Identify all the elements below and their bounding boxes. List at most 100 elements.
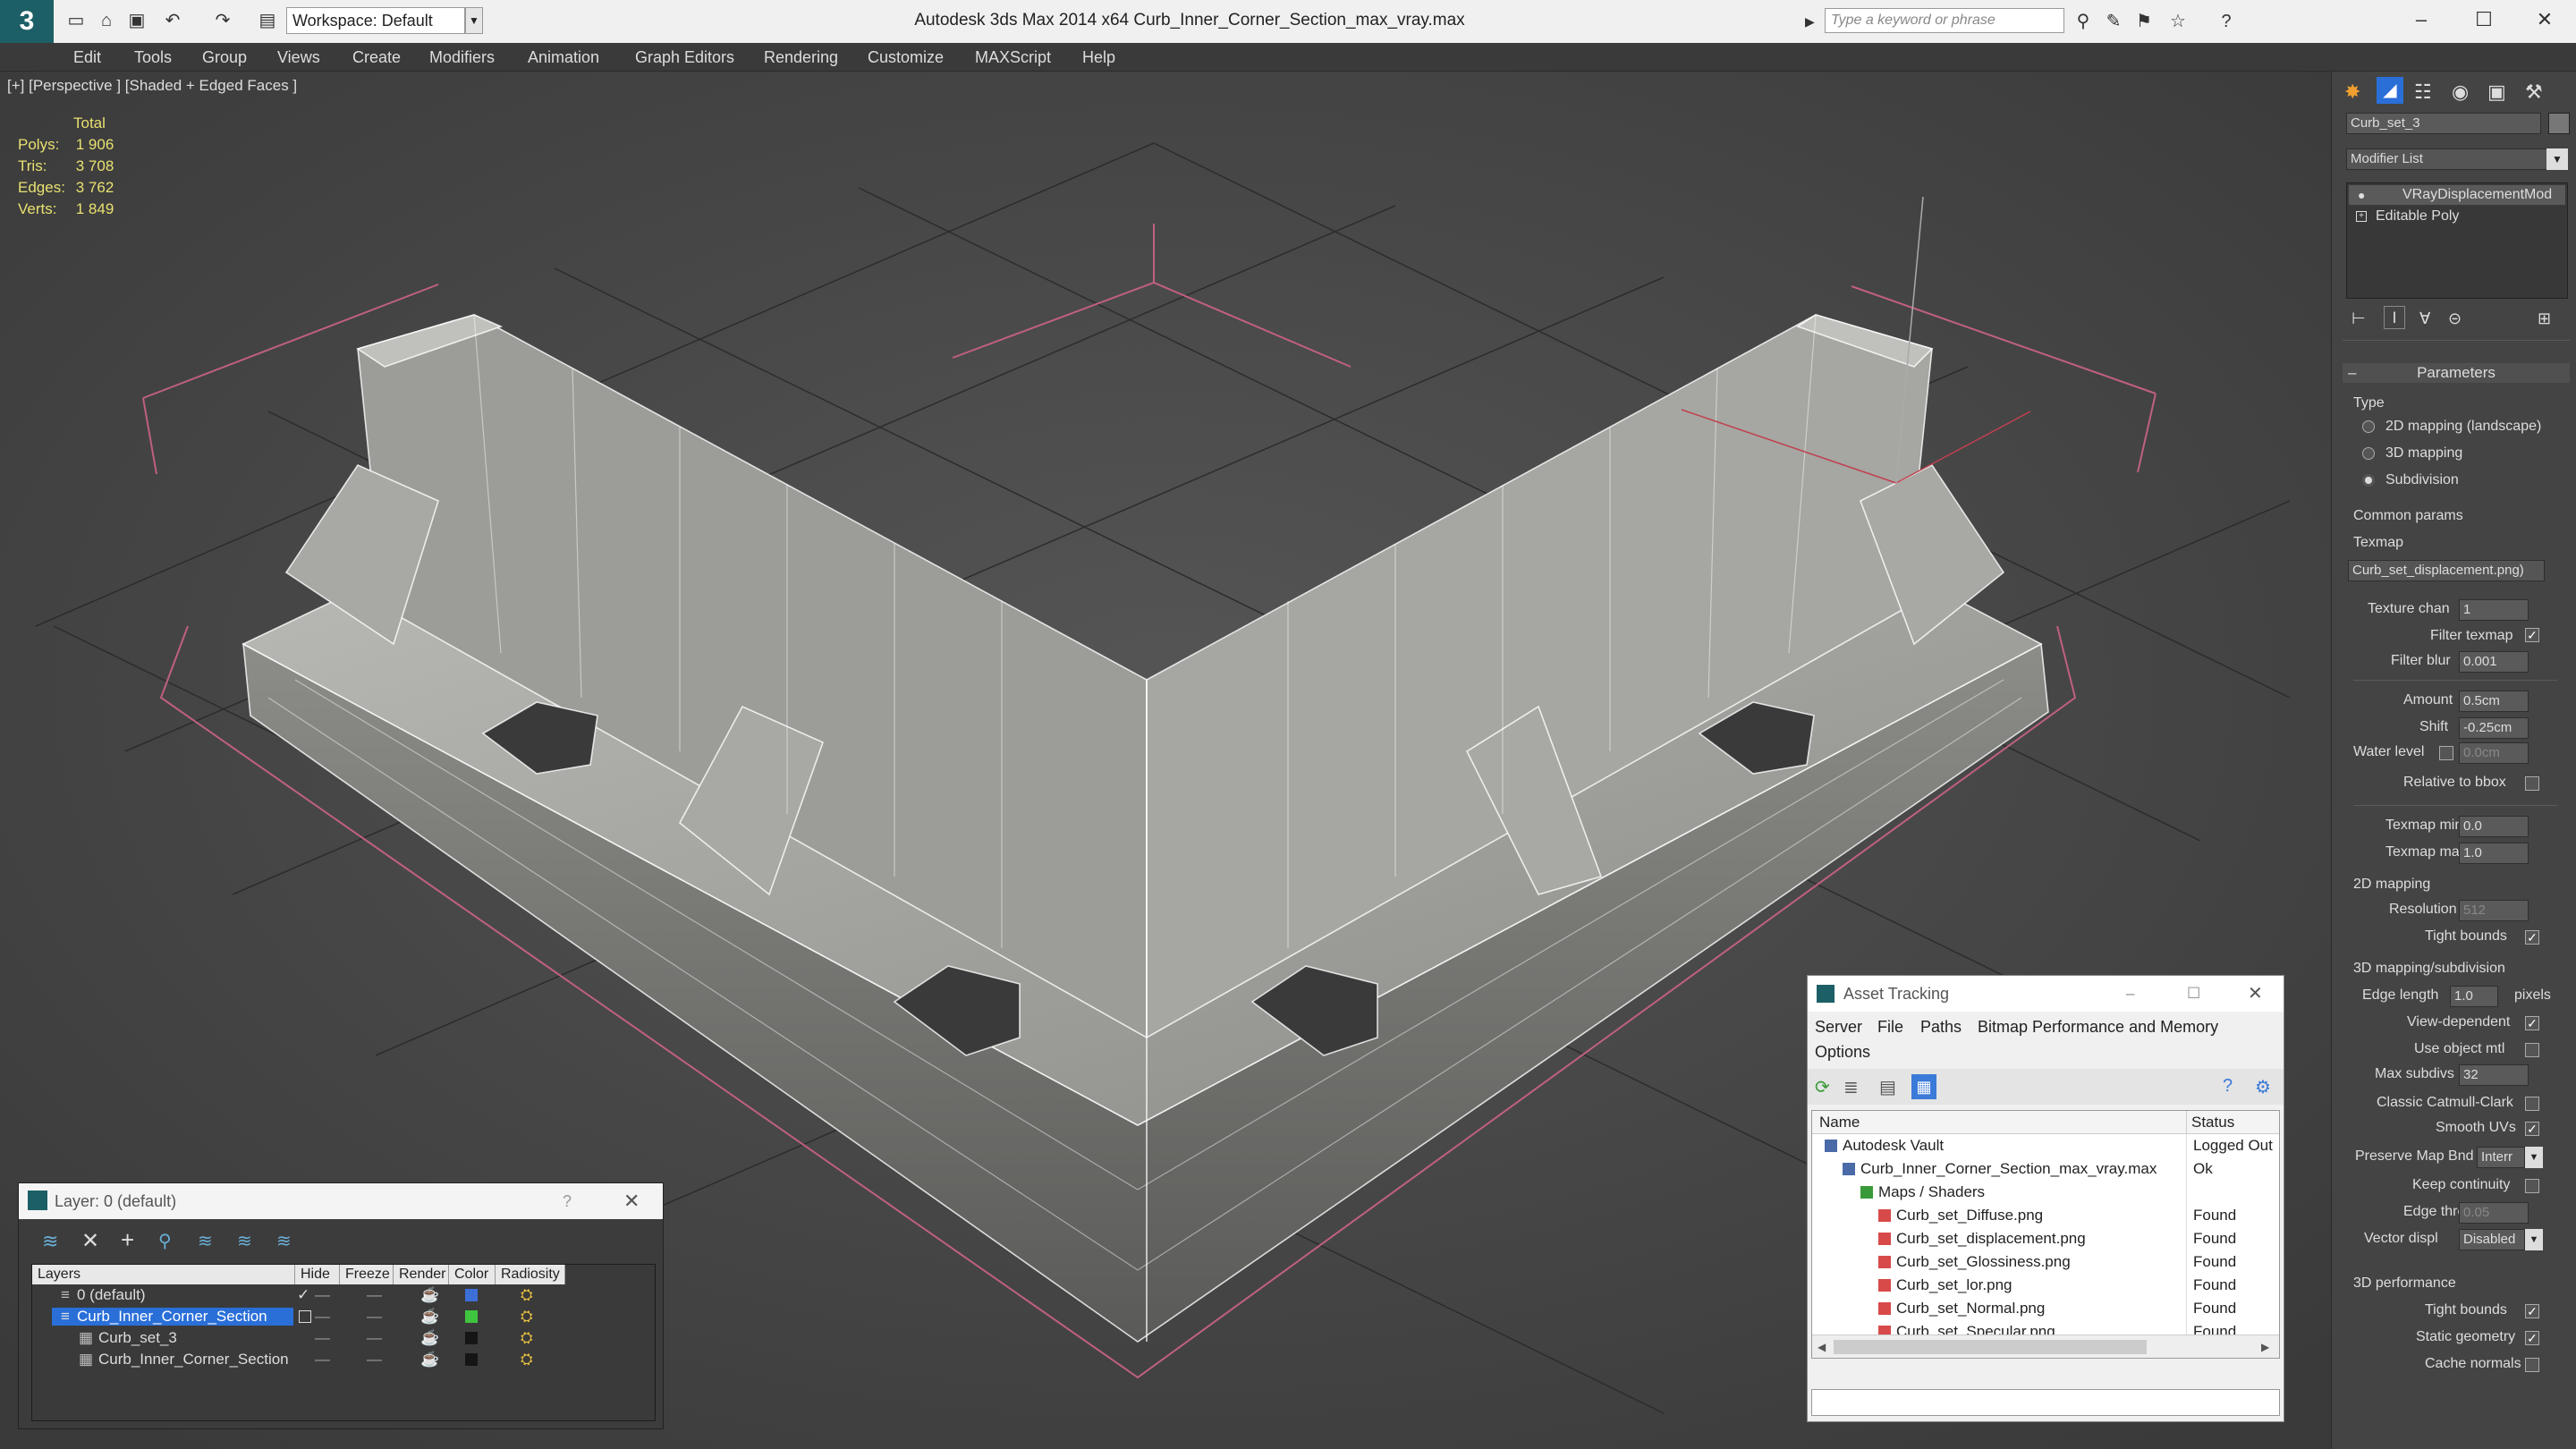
layer-row[interactable]: ▦ Curb_Inner_Corner_Section — — ☕ ⛭ — [32, 1349, 655, 1370]
asset-row[interactable]: Curb_set_Glossiness.png Found — [1812, 1250, 2279, 1274]
static-geometry-checkbox[interactable]: ✓ — [2525, 1331, 2539, 1345]
parameters-rollout[interactable]: – Parameters — [2343, 363, 2570, 383]
layer-name[interactable]: Curb_Inner_Corner_Section — [98, 1349, 289, 1370]
save-file-icon[interactable]: ▣ — [123, 7, 150, 34]
col-hide[interactable]: Hide — [295, 1265, 340, 1284]
asset-hscrollbar[interactable]: ◀ ▶ — [1812, 1335, 2279, 1358]
workspace-dropdown[interactable]: Workspace: Default — [286, 7, 465, 34]
search-expand-icon[interactable]: ▶ — [1805, 11, 1821, 32]
tight-bounds-perf-checkbox[interactable]: ✓ — [2525, 1304, 2539, 1318]
radio-2d-mapping[interactable] — [2362, 420, 2375, 433]
col-status[interactable]: Status — [2191, 1111, 2234, 1134]
create-tab-icon[interactable]: ✸ — [2344, 80, 2360, 104]
asset-help-icon[interactable]: ? — [2223, 1076, 2233, 1097]
menu-help[interactable]: Help — [1082, 43, 1115, 72]
col-render[interactable]: Render — [394, 1265, 449, 1284]
table-view-icon[interactable]: ▦ — [1911, 1074, 1936, 1099]
preserve-map-arrow-icon[interactable]: ▼ — [2525, 1147, 2543, 1168]
freeze-all-icon[interactable]: ≋ — [276, 1230, 292, 1252]
undo-icon[interactable]: ↶ — [159, 7, 186, 34]
texture-channel-spinner[interactable]: 1 — [2459, 599, 2529, 621]
render-teapot-icon[interactable]: ☕ — [420, 1349, 439, 1370]
asset-menu-options[interactable]: Options — [1815, 1040, 1870, 1063]
filter-texmap-checkbox[interactable]: ✓ — [2525, 628, 2539, 642]
resolution-spinner[interactable]: 512 — [2459, 900, 2529, 921]
refresh-icon[interactable]: ⟳ — [1815, 1076, 1830, 1098]
current-layer-check-icon[interactable]: ✓ — [297, 1284, 309, 1306]
texmap-button[interactable]: Curb_set_displacement.png) — [2348, 560, 2545, 581]
radiosity-icon[interactable]: ⛭ — [521, 1349, 533, 1370]
hierarchy-tab-icon[interactable]: ☷ — [2414, 80, 2432, 104]
asset-row[interactable]: Curb_set_Diffuse.png Found — [1812, 1204, 2279, 1227]
freeze-toggle[interactable]: — — [367, 1349, 382, 1370]
layer-close-icon[interactable]: ✕ — [623, 1183, 640, 1219]
texmap-min-spinner[interactable]: 0.0 — [2459, 816, 2529, 837]
cache-normals-checkbox[interactable] — [2525, 1358, 2539, 1372]
catmull-clark-checkbox[interactable] — [2525, 1097, 2539, 1111]
render-teapot-icon[interactable]: ☕ — [420, 1284, 439, 1306]
radio-subdivision[interactable] — [2362, 474, 2375, 487]
expand-icon[interactable]: + — [2356, 211, 2367, 222]
tight-bounds-checkbox[interactable]: ✓ — [2525, 930, 2539, 945]
highlight-layer-icon[interactable]: ≋ — [198, 1230, 213, 1252]
binoculars-icon[interactable]: ⚲ — [2070, 8, 2097, 35]
layer-color-swatch[interactable] — [465, 1353, 478, 1366]
asset-settings-icon[interactable]: ⚙ — [2255, 1076, 2271, 1098]
viewport-label[interactable]: [+] [Perspective ] [Shaded + Edged Faces… — [7, 77, 297, 95]
layer-name[interactable]: 0 (default) — [77, 1284, 146, 1306]
render-teapot-icon[interactable]: ☕ — [420, 1306, 439, 1327]
delete-layer-icon[interactable]: ✕ — [81, 1228, 99, 1254]
menu-modifiers[interactable]: Modifiers — [429, 43, 495, 72]
asset-menu-bitmap[interactable]: Bitmap Performance and Memory — [1978, 1015, 2218, 1038]
max-subdivs-spinner[interactable]: 32 — [2459, 1064, 2529, 1086]
vector-displ-dropdown[interactable]: Disabled — [2459, 1229, 2525, 1250]
minimize-icon[interactable]: – — [2390, 0, 2453, 39]
scroll-thumb[interactable] — [1834, 1340, 2147, 1354]
menu-group[interactable]: Group — [202, 43, 247, 72]
layer-color-swatch[interactable] — [465, 1289, 478, 1301]
current-layer-checkbox[interactable] — [299, 1310, 311, 1323]
radio-3d-mapping[interactable] — [2362, 447, 2375, 460]
use-object-mtl-checkbox[interactable] — [2525, 1043, 2539, 1057]
layer-help-icon[interactable]: ? — [563, 1183, 572, 1219]
hide-toggle[interactable]: — — [315, 1284, 330, 1306]
search-input[interactable]: Type a keyword or phrase — [1825, 8, 2064, 33]
project-folder-icon[interactable]: ▤ — [254, 7, 281, 34]
make-unique-icon[interactable]: ∀ — [2419, 309, 2430, 328]
col-divider[interactable] — [2186, 1111, 2187, 1134]
col-name[interactable]: Name — [1819, 1111, 1860, 1134]
asset-path-input[interactable] — [1811, 1389, 2280, 1416]
asset-close-icon[interactable]: ✕ — [2248, 976, 2263, 1012]
freeze-toggle[interactable]: — — [367, 1306, 382, 1327]
edge-length-spinner[interactable]: 1.0 — [2450, 986, 2498, 1007]
stack-item-vray[interactable]: ● VRayDisplacementMod — [2349, 185, 2565, 205]
remove-modifier-icon[interactable]: ⊝ — [2448, 309, 2462, 328]
motion-tab-icon[interactable]: ◉ — [2452, 80, 2469, 104]
radiosity-icon[interactable]: ⛭ — [521, 1306, 533, 1327]
maximize-icon[interactable]: ☐ — [2453, 0, 2515, 39]
filter-blur-spinner[interactable]: 0.001 — [2459, 651, 2529, 673]
layer-row[interactable]: ≡ Curb_Inner_Corner_Section — — ☕ ⛭ — [32, 1306, 655, 1327]
configure-sets-icon[interactable]: ⊞ — [2538, 309, 2551, 328]
object-name-field[interactable]: Curb_set_3 — [2346, 113, 2541, 134]
asset-minimize-icon[interactable]: – — [2126, 976, 2134, 1012]
list-view-icon[interactable]: ≣ — [1843, 1076, 1859, 1098]
radio-2d-label[interactable]: 2D mapping (landscape) — [2385, 419, 2541, 435]
view-dependent-checkbox[interactable]: ✓ — [2525, 1016, 2539, 1030]
asset-row[interactable]: Curb_set_lor.png Found — [1812, 1274, 2279, 1297]
layer-color-swatch[interactable] — [465, 1310, 478, 1323]
scroll-right-icon[interactable]: ▶ — [2261, 1335, 2269, 1359]
app-logo-icon[interactable]: 3 — [0, 0, 54, 43]
hide-all-icon[interactable]: ≋ — [237, 1230, 252, 1252]
radiosity-icon[interactable]: ⛭ — [521, 1284, 533, 1306]
layer-name[interactable]: Curb_Inner_Corner_Section — [77, 1306, 267, 1327]
keep-continuity-checkbox[interactable] — [2525, 1179, 2539, 1193]
detail-view-icon[interactable]: ▤ — [1879, 1076, 1896, 1098]
freeze-toggle[interactable]: — — [367, 1284, 382, 1306]
amount-spinner[interactable]: 0.5cm — [2459, 691, 2529, 712]
layer-row[interactable]: ≡ 0 (default) ✓ — — ☕ ⛭ — [32, 1284, 655, 1306]
vector-displ-arrow-icon[interactable]: ▼ — [2525, 1229, 2543, 1250]
menu-views[interactable]: Views — [277, 43, 320, 72]
asset-menu-paths[interactable]: Paths — [1920, 1015, 1962, 1038]
new-file-icon[interactable]: ▭ — [63, 7, 89, 34]
